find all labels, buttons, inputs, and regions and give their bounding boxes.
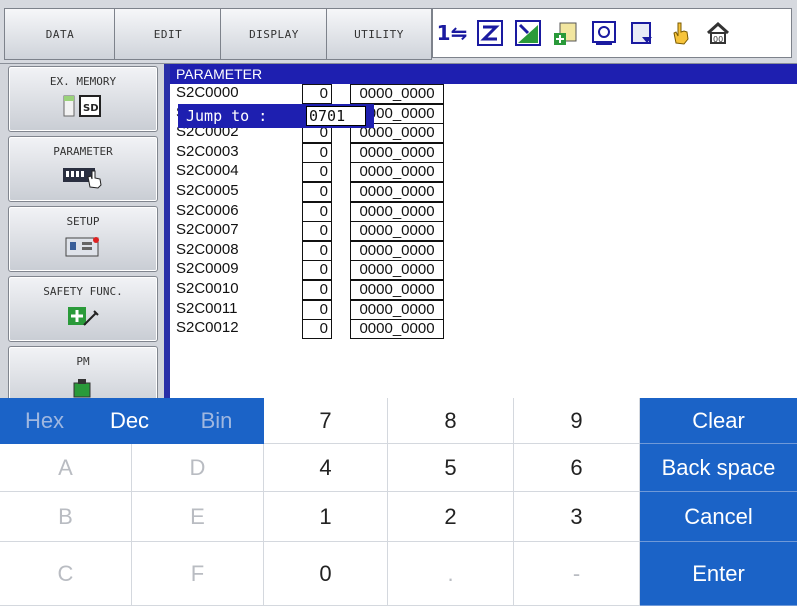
sidebar-item-ex-memory[interactable]: EX. MEMORY SD xyxy=(8,66,158,132)
parameter-binary[interactable]: 0000_0000 xyxy=(350,260,444,281)
top-menu-bar: DATA EDIT DISPLAY UTILITY 1⇋ 00 xyxy=(0,0,797,64)
parameter-value[interactable]: 0 xyxy=(302,201,332,222)
pm-icon xyxy=(60,375,106,398)
display-panel-icon[interactable] xyxy=(589,17,619,49)
parameter-name: S2C0005 xyxy=(176,182,239,199)
key-4[interactable]: 4 xyxy=(264,444,388,492)
parameter-name: S2C0011 xyxy=(176,299,238,317)
parameter-value[interactable]: 0 xyxy=(302,280,332,300)
parameter-name: S2C0008 xyxy=(176,240,239,258)
safety-plus-icon xyxy=(60,305,106,333)
user-mode-icon[interactable]: 00 xyxy=(703,17,733,49)
parameter-binary[interactable]: 0000_0000 xyxy=(350,221,444,242)
parameter-binary[interactable]: 0000_0000 xyxy=(350,280,444,300)
parameter-value[interactable]: 0 xyxy=(302,221,332,242)
parameter-name: S2C0012 xyxy=(176,319,239,337)
memory-card-icon: SD xyxy=(60,95,106,121)
coordinate-toggle-icon[interactable]: 1⇋ xyxy=(437,17,468,49)
parameter-binary[interactable]: 0000_0000 xyxy=(350,319,444,340)
clear-button[interactable]: Clear xyxy=(640,398,797,444)
mode-hex-button[interactable]: Hex xyxy=(0,398,90,444)
parameter-value[interactable]: 0 xyxy=(302,240,332,261)
parameter-binary[interactable]: 0000_0000 xyxy=(350,240,444,261)
sidebar-item-safety-func[interactable]: SAFETY FUNC. xyxy=(8,276,158,342)
status-icon-strip: 1⇋ 00 xyxy=(432,8,792,58)
cancel-button[interactable]: Cancel xyxy=(640,492,797,542)
menu-data[interactable]: DATA xyxy=(4,8,116,60)
parameter-binary[interactable]: 0000_0000 xyxy=(350,162,444,183)
key-0[interactable]: 0 xyxy=(264,542,388,606)
page-title: PARAMETER xyxy=(170,64,797,84)
sidebar-item-parameter[interactable]: PARAMETER xyxy=(8,136,158,202)
jump-to-label: Jump to : xyxy=(186,107,268,125)
numeric-keypad: Hex Dec Bin A D B E C F 7 8 9 4 5 6 1 2 3 0. - Clear Back spa… xyxy=(0,398,797,606)
sidebar-item-label: PARAMETER xyxy=(53,145,113,158)
mode-dec-button[interactable]: Dec xyxy=(90,398,170,444)
key-1[interactable]: 1 xyxy=(264,492,388,542)
svg-text:00: 00 xyxy=(713,35,723,44)
backspace-button[interactable]: Back space xyxy=(640,444,797,492)
enter-button[interactable]: Enter xyxy=(640,542,797,606)
sidebar-item-label: EX. MEMORY xyxy=(49,75,117,88)
parameter-binary[interactable]: 0000_0000 xyxy=(350,201,444,222)
sidebar-item-setup[interactable]: SETUP xyxy=(8,206,158,272)
page-icon[interactable] xyxy=(627,17,657,49)
sidebar-item-label: PM xyxy=(76,355,90,368)
key-2[interactable]: 2 xyxy=(388,492,514,542)
left-nav: EX. MEMORY SD PARAMETER SETUP SAFETY FUN… xyxy=(0,64,164,398)
jump-to-dialog: Jump to : 0701 xyxy=(178,104,374,128)
parameter-binary[interactable]: 0000_0000 xyxy=(350,182,444,202)
sidebar-item-label: SETUP xyxy=(66,215,100,228)
parameter-binary[interactable]: 0000_0000 xyxy=(350,299,444,320)
parameter-value[interactable]: 0 xyxy=(302,260,332,281)
parameter-binary[interactable]: 0000_0000 xyxy=(350,84,444,104)
signal-icon[interactable] xyxy=(513,17,543,49)
parameter-name: S2C0000 xyxy=(176,84,239,101)
key-7[interactable]: 7 xyxy=(264,398,388,444)
key-b[interactable]: B xyxy=(0,492,132,542)
key-5[interactable]: 5 xyxy=(388,444,514,492)
parameter-name: S2C0004 xyxy=(176,162,239,180)
sidebar-item-label: SAFETY FUNC. xyxy=(43,285,123,298)
jump-to-input[interactable]: 0701 xyxy=(306,106,366,126)
key-e[interactable]: E xyxy=(132,492,264,542)
edit-z-icon[interactable] xyxy=(475,17,505,49)
parameter-value[interactable]: 0 xyxy=(302,162,332,183)
key-9[interactable]: 9 xyxy=(514,398,640,444)
key-3[interactable]: 3 xyxy=(514,492,640,542)
key-6[interactable]: 6 xyxy=(514,444,640,492)
menu-utility[interactable]: UTILITY xyxy=(326,8,432,60)
setup-icon xyxy=(60,235,106,263)
key-d[interactable]: D xyxy=(132,444,264,492)
svg-text:SD: SD xyxy=(83,103,99,114)
parameter-value[interactable]: 0 xyxy=(302,319,332,340)
mode-bin-button[interactable]: Bin xyxy=(170,398,264,444)
key-8[interactable]: 8 xyxy=(388,398,514,444)
parameter-name: S2C0006 xyxy=(176,201,239,219)
add-item-icon[interactable] xyxy=(551,17,581,49)
parameter-value[interactable]: 0 xyxy=(302,84,332,104)
hand-pointer-icon[interactable] xyxy=(665,17,695,49)
menu-display[interactable]: DISPLAY xyxy=(220,8,328,60)
parameter-icon xyxy=(60,165,106,193)
parameter-value[interactable]: 0 xyxy=(302,299,332,320)
key-f[interactable]: F xyxy=(132,542,264,606)
key-a[interactable]: A xyxy=(0,444,132,492)
sidebar-item-pm[interactable]: PM xyxy=(8,346,158,398)
parameter-name: S2C0009 xyxy=(176,260,239,278)
parameter-name: S2C0007 xyxy=(176,221,239,239)
parameter-name: S2C0010 xyxy=(176,280,239,297)
parameter-binary[interactable]: 0000_0000 xyxy=(350,142,444,163)
parameter-name: S2C0003 xyxy=(176,142,239,160)
parameter-value[interactable]: 0 xyxy=(302,142,332,163)
key-decimal[interactable]: . xyxy=(388,542,514,606)
key-minus[interactable]: - xyxy=(514,542,640,606)
parameter-value[interactable]: 0 xyxy=(302,182,332,202)
menu-edit[interactable]: EDIT xyxy=(114,8,222,60)
key-c[interactable]: C xyxy=(0,542,132,606)
